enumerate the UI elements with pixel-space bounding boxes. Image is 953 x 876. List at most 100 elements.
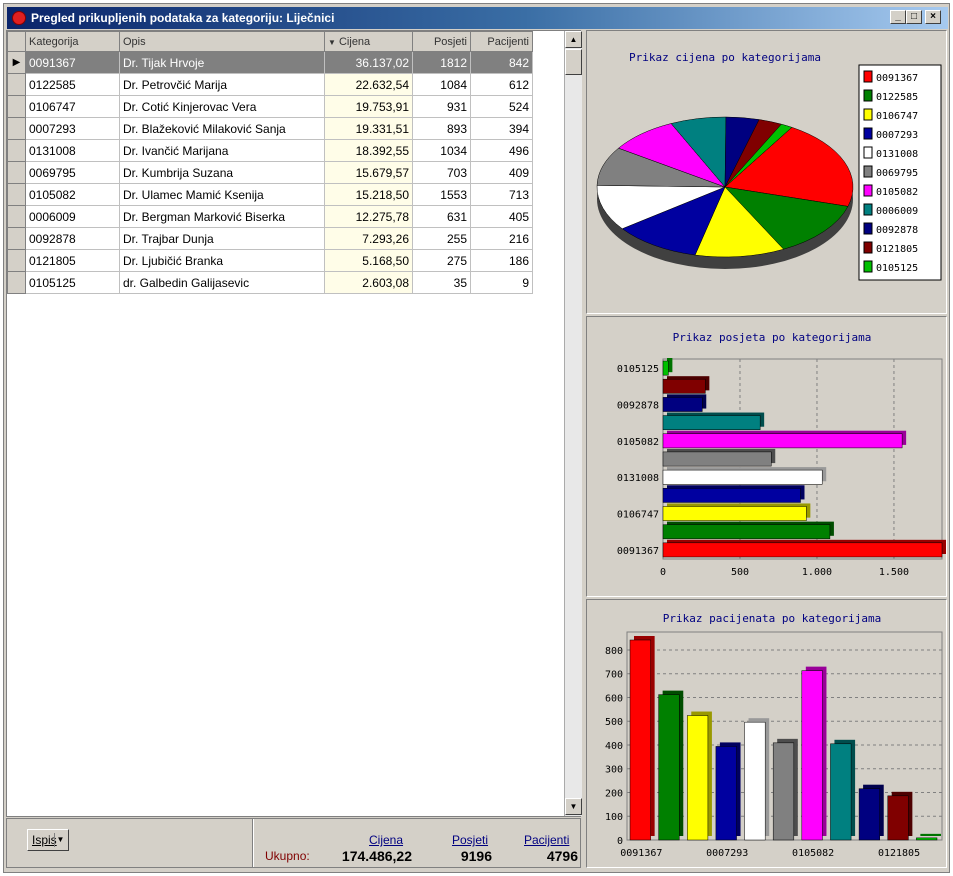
- cell-posjeti[interactable]: 1812: [412, 51, 471, 74]
- row-indicator[interactable]: [7, 205, 26, 228]
- cell-opis[interactable]: Dr. Blažeković Milaković Sanja: [119, 117, 325, 140]
- col-pacijenti[interactable]: Pacijenti: [470, 31, 533, 52]
- cell-pacijenti[interactable]: 216: [470, 227, 533, 250]
- scroll-thumb[interactable]: [565, 49, 582, 75]
- cell-posjeti[interactable]: 1553: [412, 183, 471, 206]
- cell-kategorija[interactable]: 0091367: [25, 51, 120, 74]
- cell-cijena[interactable]: 2.603,08: [324, 271, 413, 294]
- cell-pacijenti[interactable]: 713: [470, 183, 533, 206]
- window-title: Pregled prikupljenih podataka za kategor…: [31, 11, 335, 25]
- scroll-up-arrow-icon[interactable]: ▲: [565, 31, 582, 48]
- table-row[interactable]: 0121805 Dr. Ljubičić Branka 5.168,50 275 186: [7, 249, 533, 272]
- cell-kategorija[interactable]: 0092878: [25, 227, 120, 250]
- table-row[interactable]: ▶ 0091367 Dr. Tijak Hrvoje 36.137,02 1812 842: [7, 51, 533, 74]
- cell-cijena[interactable]: 15.218,50: [324, 183, 413, 206]
- cell-opis[interactable]: Dr. Cotić Kinjerovac Vera: [119, 95, 325, 118]
- cell-opis[interactable]: Dr. Trajbar Dunja: [119, 227, 325, 250]
- cell-posjeti[interactable]: 931: [412, 95, 471, 118]
- row-indicator[interactable]: [7, 73, 26, 96]
- cell-pacijenti[interactable]: 524: [470, 95, 533, 118]
- visits-bar-0091367: [662, 542, 943, 558]
- patients-bar-0131008: [744, 721, 766, 841]
- table-row[interactable]: 0069795 Dr. Kumbrija Suzana 15.679,57 703 40…: [7, 161, 533, 184]
- cell-kategorija[interactable]: 0106747: [25, 95, 120, 118]
- cell-kategorija[interactable]: 0069795: [25, 161, 120, 184]
- cell-posjeti[interactable]: 35: [412, 271, 471, 294]
- cell-pacijenti[interactable]: 186: [470, 249, 533, 272]
- cell-pacijenti[interactable]: 496: [470, 139, 533, 162]
- total-cijena-label: Cijena: [369, 833, 404, 847]
- cell-posjeti[interactable]: 631: [412, 205, 471, 228]
- legend-swatch-0007293: [863, 127, 873, 140]
- row-indicator[interactable]: [7, 183, 26, 206]
- cell-cijena[interactable]: 36.137,02: [324, 51, 413, 74]
- cell-pacijenti[interactable]: 842: [470, 51, 533, 74]
- scroll-down-arrow-icon[interactable]: ▼: [565, 798, 582, 815]
- cell-pacijenti[interactable]: 612: [470, 73, 533, 96]
- dropdown-arrow-icon[interactable]: ▼: [54, 833, 66, 847]
- cell-opis[interactable]: Dr. Ulamec Mamić Ksenija: [119, 183, 325, 206]
- cell-pacijenti[interactable]: 9: [470, 271, 533, 294]
- vertical-scrollbar[interactable]: ▲ ▼: [564, 31, 582, 816]
- cell-cijena[interactable]: 15.679,57: [324, 161, 413, 184]
- table-row[interactable]: 0122585 Dr. Petrovčić Marija 22.632,54 1084…: [7, 73, 533, 96]
- row-indicator[interactable]: [7, 95, 26, 118]
- cell-kategorija[interactable]: 0105125: [25, 271, 120, 294]
- cell-kategorija[interactable]: 0122585: [25, 73, 120, 96]
- table-row[interactable]: 0105125 dr. Galbedin Galijasevic 2.603,08 3…: [7, 271, 533, 294]
- cell-opis[interactable]: Dr. Ljubičić Branka: [119, 249, 325, 272]
- row-indicator[interactable]: [7, 227, 26, 250]
- cell-opis[interactable]: Dr. Bergman Marković Biserka: [119, 205, 325, 228]
- cell-kategorija[interactable]: 0131008: [25, 139, 120, 162]
- row-indicator[interactable]: [7, 249, 26, 272]
- print-button[interactable]: Ispis ▼: [27, 829, 69, 851]
- cell-kategorija[interactable]: 0006009: [25, 205, 120, 228]
- table-row[interactable]: 0006009 Dr. Bergman Marković Biserka 12.27…: [7, 205, 533, 228]
- cell-posjeti[interactable]: 1034: [412, 139, 471, 162]
- cell-kategorija[interactable]: 0121805: [25, 249, 120, 272]
- cell-cijena[interactable]: 19.331,51: [324, 117, 413, 140]
- row-indicator[interactable]: [7, 161, 26, 184]
- cell-cijena[interactable]: 12.275,78: [324, 205, 413, 228]
- cell-pacijenti[interactable]: 394: [470, 117, 533, 140]
- cell-pacijenti[interactable]: 405: [470, 205, 533, 228]
- maximize-button[interactable]: □: [906, 10, 922, 24]
- table-row[interactable]: 0105082 Dr. Ulamec Mamić Ksenija 15.218,50…: [7, 183, 533, 206]
- cell-cijena[interactable]: 5.168,50: [324, 249, 413, 272]
- cell-posjeti[interactable]: 255: [412, 227, 471, 250]
- cell-kategorija[interactable]: 0105082: [25, 183, 120, 206]
- cell-cijena[interactable]: 18.392,55: [324, 139, 413, 162]
- cell-opis[interactable]: Dr. Ivančić Marijana: [119, 139, 325, 162]
- cell-opis[interactable]: Dr. Petrovčić Marija: [119, 73, 325, 96]
- cell-posjeti[interactable]: 703: [412, 161, 471, 184]
- col-opis[interactable]: Opis: [119, 31, 325, 52]
- table-row[interactable]: 0007293 Dr. Blažeković Milaković Sanja 19.…: [7, 117, 533, 140]
- row-indicator[interactable]: [7, 117, 26, 140]
- table-row[interactable]: 0092878 Dr. Trajbar Dunja 7.293,26 255 216: [7, 227, 533, 250]
- row-indicator[interactable]: [7, 139, 26, 162]
- table-row[interactable]: 0131008 Dr. Ivančić Marijana 18.392,55 1034…: [7, 139, 533, 162]
- close-button[interactable]: ×: [925, 10, 941, 24]
- patients-x-tick: 0105082: [792, 848, 834, 859]
- col-kategorija[interactable]: Kategorija: [25, 31, 120, 52]
- cell-cijena[interactable]: 7.293,26: [324, 227, 413, 250]
- table-row[interactable]: 0106747 Dr. Cotić Kinjerovac Vera 19.753,9…: [7, 95, 533, 118]
- cell-cijena[interactable]: 19.753,91: [324, 95, 413, 118]
- col-cijena[interactable]: ▼ Cijena: [324, 31, 413, 52]
- cell-posjeti[interactable]: 893: [412, 117, 471, 140]
- minimize-button[interactable]: _: [890, 10, 906, 24]
- cell-opis[interactable]: dr. Galbedin Galijasevic: [119, 271, 325, 294]
- cell-pacijenti[interactable]: 409: [470, 161, 533, 184]
- cell-opis[interactable]: Dr. Kumbrija Suzana: [119, 161, 325, 184]
- patients-bar-0121805: [887, 795, 909, 841]
- patients-y-tick: 300: [605, 765, 623, 776]
- cell-posjeti[interactable]: 1084: [412, 73, 471, 96]
- data-grid[interactable]: Kategorija Opis ▼ Cijena Posjeti Pacijen…: [6, 30, 582, 817]
- cell-cijena[interactable]: 22.632,54: [324, 73, 413, 96]
- cell-opis[interactable]: Dr. Tijak Hrvoje: [119, 51, 325, 74]
- row-indicator[interactable]: ▶: [7, 51, 26, 74]
- cell-posjeti[interactable]: 275: [412, 249, 471, 272]
- row-indicator[interactable]: [7, 271, 26, 294]
- cell-kategorija[interactable]: 0007293: [25, 117, 120, 140]
- col-posjeti[interactable]: Posjeti: [412, 31, 471, 52]
